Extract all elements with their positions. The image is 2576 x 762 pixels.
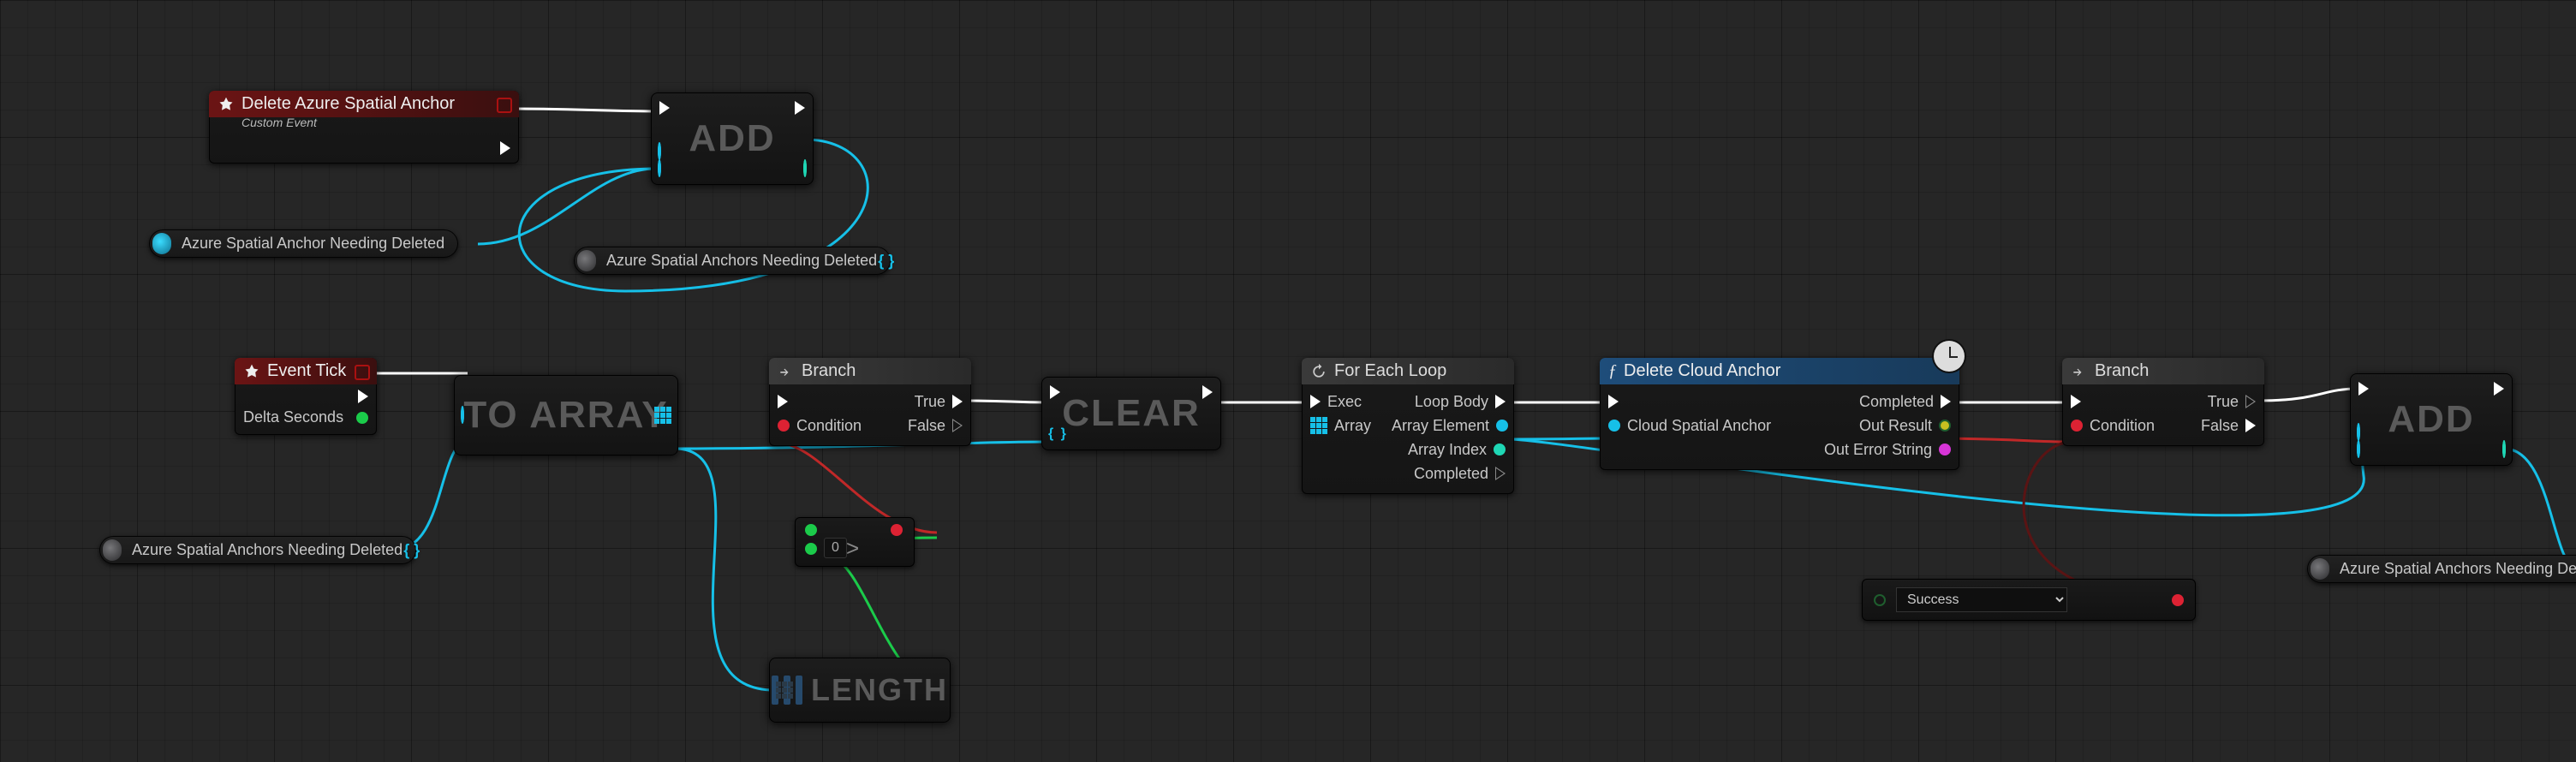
variable-icon bbox=[103, 539, 122, 561]
latent-icon bbox=[1934, 341, 1965, 372]
node-title: For Each Loop bbox=[1334, 361, 1446, 381]
variable-set-anchors-needing-deleted-2[interactable]: Azure Spatial Anchors Needing Deleted { … bbox=[2307, 555, 2576, 583]
true-pin[interactable]: True bbox=[2208, 393, 2256, 411]
node-title: CLEAR bbox=[1062, 392, 1201, 435]
node-title: ADD bbox=[689, 117, 775, 160]
node-clear[interactable]: { } CLEAR bbox=[1041, 377, 1221, 450]
out-index-pin[interactable] bbox=[2502, 442, 2506, 457]
node-branch-1[interactable]: Branch True Condition False bbox=[769, 358, 971, 446]
output-pin[interactable] bbox=[891, 524, 903, 536]
exec-out-pin[interactable] bbox=[795, 101, 805, 115]
item-pin[interactable] bbox=[658, 161, 661, 176]
node-greater-than[interactable]: 0 > bbox=[795, 517, 915, 567]
false-pin[interactable]: False bbox=[908, 417, 963, 435]
condition-pin[interactable]: Condition bbox=[2071, 417, 2155, 435]
input-enum-pin[interactable] bbox=[1874, 594, 1886, 606]
node-title: Delete Azure Spatial Anchor bbox=[242, 94, 455, 114]
item-pin[interactable] bbox=[2357, 442, 2360, 457]
exec-out-pin[interactable] bbox=[2494, 382, 2504, 396]
condition-pin[interactable]: Condition bbox=[778, 417, 862, 435]
node-subtitle: Custom Event bbox=[209, 116, 519, 136]
branch-icon bbox=[2071, 363, 2088, 380]
completed-pin[interactable]: Completed bbox=[1859, 393, 1951, 411]
exec-out-pin[interactable] bbox=[243, 390, 368, 403]
exec-in-pin[interactable] bbox=[1608, 395, 1619, 408]
function-icon: ƒ bbox=[1608, 361, 1617, 381]
variable-label: Azure Spatial Anchors Needing Deleted bbox=[2340, 560, 2576, 577]
node-title: Event Tick bbox=[267, 361, 346, 381]
node-event-tick[interactable]: Event Tick Delta Seconds bbox=[235, 358, 377, 435]
output-pin[interactable]: { } bbox=[878, 252, 894, 270]
node-title: LENGTH bbox=[811, 672, 948, 708]
input-a-pin[interactable] bbox=[805, 524, 817, 536]
variable-get-anchor-needing-deleted[interactable]: Azure Spatial Anchor Needing Deleted bbox=[149, 229, 458, 258]
cloud-spatial-anchor-pin[interactable]: Cloud Spatial Anchor bbox=[1608, 417, 1771, 435]
exec-in-pin[interactable] bbox=[659, 101, 670, 115]
exec-in-pin[interactable] bbox=[2071, 395, 2081, 408]
node-delete-azure-spatial-anchor[interactable]: Delete Azure Spatial Anchor Custom Event bbox=[209, 91, 519, 164]
node-title: ADD bbox=[2388, 398, 2474, 441]
target-array-pin[interactable]: { } bbox=[1048, 426, 1068, 442]
exec-out-pin[interactable] bbox=[500, 141, 510, 155]
node-branch-2[interactable]: Branch True Condition False bbox=[2062, 358, 2264, 446]
greater-than-icon: > bbox=[846, 535, 859, 562]
target-array-pin[interactable] bbox=[658, 144, 661, 159]
variable-label: Azure Spatial Anchor Needing Deleted bbox=[182, 235, 444, 252]
exec-in-pin[interactable] bbox=[778, 395, 788, 408]
node-to-array[interactable]: TO ARRAY bbox=[454, 375, 678, 455]
event-icon bbox=[218, 96, 235, 113]
target-array-pin[interactable] bbox=[2357, 425, 2360, 440]
variable-icon bbox=[2311, 558, 2329, 580]
array-in-pin[interactable]: Array bbox=[1310, 417, 1371, 435]
input-pin[interactable] bbox=[461, 408, 464, 423]
loop-body-pin[interactable]: Loop Body bbox=[1415, 393, 1506, 411]
node-title: Branch bbox=[802, 361, 856, 381]
true-pin[interactable]: True bbox=[915, 393, 963, 411]
input-b-pin[interactable] bbox=[805, 543, 817, 555]
delegate-pin[interactable] bbox=[355, 365, 370, 380]
variable-label: Azure Spatial Anchors Needing Deleted bbox=[606, 252, 877, 269]
input-array-pin[interactable] bbox=[776, 682, 793, 699]
default-value[interactable]: 0 bbox=[824, 538, 847, 558]
output-bool-pin[interactable] bbox=[2172, 594, 2184, 606]
exec-in-pin[interactable] bbox=[1050, 385, 1060, 399]
node-add-2[interactable]: ADD bbox=[2350, 373, 2513, 466]
exec-in-pin[interactable]: Exec bbox=[1310, 393, 1362, 411]
variable-icon bbox=[577, 250, 596, 271]
node-for-each-loop[interactable]: For Each Loop Exec Loop Body Array Array… bbox=[1302, 358, 1514, 494]
completed-pin[interactable]: Completed bbox=[1414, 465, 1506, 483]
exec-out-pin[interactable] bbox=[1202, 385, 1213, 399]
output-array-pin[interactable] bbox=[654, 407, 671, 424]
variable-get-anchors-needing-deleted-2[interactable]: Azure Spatial Anchors Needing Deleted { … bbox=[99, 536, 416, 564]
variable-label: Azure Spatial Anchors Needing Deleted bbox=[132, 541, 402, 558]
node-delete-cloud-anchor[interactable]: ƒ Delete Cloud Anchor Completed Cloud Sp… bbox=[1600, 358, 1959, 470]
exec-in-pin[interactable] bbox=[2358, 382, 2369, 396]
node-enum-equal[interactable]: Success bbox=[1862, 579, 2196, 621]
branch-icon bbox=[778, 363, 795, 380]
node-title: Branch bbox=[2095, 361, 2149, 381]
out-error-string-pin[interactable]: Out Error String bbox=[1824, 441, 1951, 459]
enum-dropdown[interactable]: Success bbox=[1896, 587, 2067, 612]
false-pin[interactable]: False bbox=[2201, 417, 2256, 435]
node-add-1[interactable]: ADD bbox=[651, 92, 814, 185]
variable-icon bbox=[152, 233, 171, 254]
out-index-pin[interactable] bbox=[803, 161, 807, 176]
delta-seconds-pin[interactable]: Delta Seconds bbox=[243, 408, 368, 426]
variable-set-anchors-needing-deleted[interactable]: Azure Spatial Anchors Needing Deleted { … bbox=[574, 247, 891, 275]
delegate-pin[interactable] bbox=[497, 98, 512, 113]
node-title: Delete Cloud Anchor bbox=[1624, 361, 1780, 381]
node-length[interactable]: LENGTH bbox=[769, 658, 951, 723]
output-pin[interactable]: { } bbox=[403, 541, 420, 559]
loop-icon bbox=[1310, 363, 1327, 380]
array-index-pin[interactable]: Array Index bbox=[1408, 441, 1506, 459]
node-title: TO ARRAY bbox=[463, 394, 668, 437]
array-element-pin[interactable]: Array Element bbox=[1392, 417, 1508, 435]
out-result-pin[interactable]: Out Result bbox=[1859, 417, 1951, 435]
event-icon bbox=[243, 363, 260, 380]
